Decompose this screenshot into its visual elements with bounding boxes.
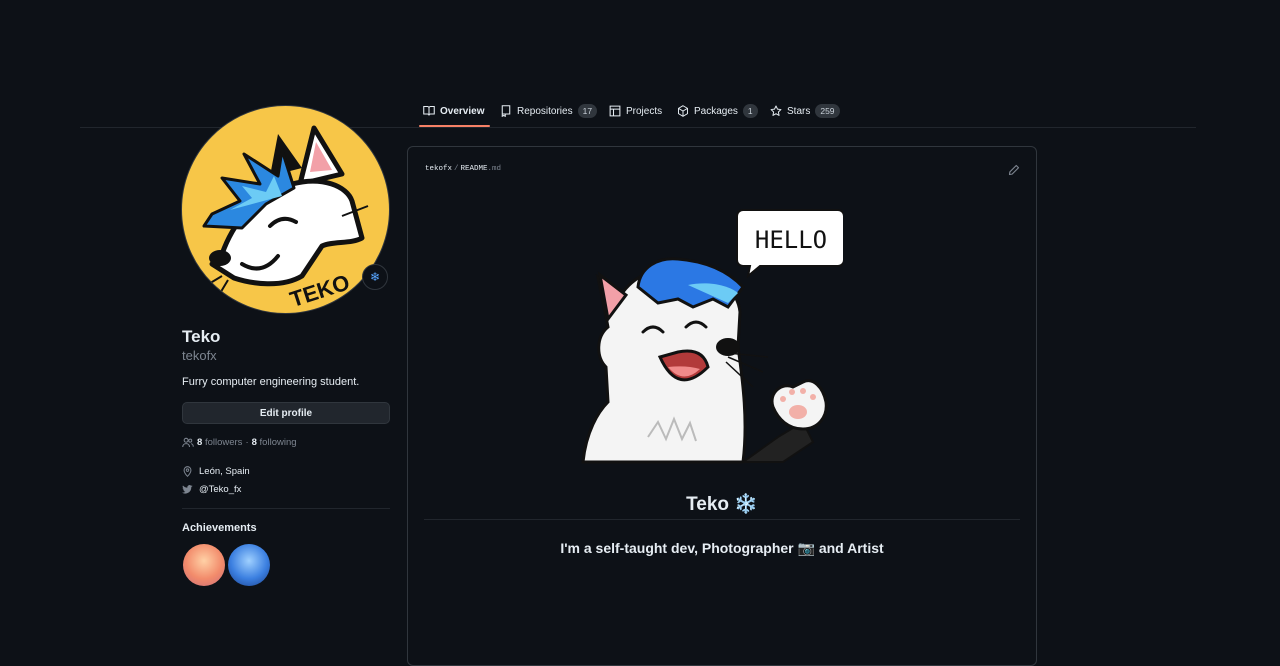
twitter-link[interactable]: @Teko_fx: [199, 484, 241, 495]
pencil-icon[interactable]: [1008, 164, 1020, 176]
twitter-icon: [182, 485, 193, 494]
follow-separator: ·: [245, 437, 249, 448]
tab-label: Overview: [440, 105, 485, 117]
location-item: León, Spain: [182, 466, 250, 477]
readme-heading: Teko ❄️: [686, 494, 758, 515]
twitter-item: @Teko_fx: [182, 484, 241, 495]
sidebar-divider: [182, 508, 390, 509]
star-icon: [770, 105, 782, 116]
table-icon: [609, 105, 621, 117]
readme-subheading: I'm a self-taught dev, Photographer 📷 an…: [560, 540, 884, 556]
status-emoji-button[interactable]: ❄: [362, 264, 388, 290]
profile-tabs: Overview Repositories 17 Projects Packag…: [0, 95, 1280, 128]
readme-card: tekofx / README.md HELLO Teko ❄️ I'm a sel…: [407, 146, 1037, 666]
tab-label: Packages: [694, 105, 738, 117]
readme-extension: .md: [487, 165, 502, 173]
package-icon: [678, 105, 688, 117]
readme-filename[interactable]: README: [461, 165, 488, 173]
profile-name: Teko: [182, 327, 221, 346]
tab-packages[interactable]: Packages 1: [677, 95, 758, 127]
location-pin-icon: [183, 466, 192, 477]
readme-breadcrumb: tekofx / README.md: [425, 165, 501, 173]
follow-stats: 8 followers · 8 following: [182, 437, 297, 448]
readme-heading-divider: [424, 519, 1020, 520]
packages-count-badge: 1: [742, 104, 758, 118]
achievements-heading[interactable]: Achievements: [182, 522, 257, 534]
followers-label: followers: [204, 437, 243, 448]
following-link[interactable]: 8 following: [252, 437, 297, 448]
tab-label: Repositories: [517, 105, 573, 117]
tab-overview[interactable]: Overview: [418, 95, 492, 127]
breadcrumb-separator: /: [454, 165, 459, 173]
edit-profile-label: Edit profile: [259, 407, 313, 419]
repo-icon: [501, 105, 511, 117]
followers-link[interactable]: 8 followers: [197, 437, 242, 448]
following-label: following: [259, 437, 297, 448]
book-icon: [423, 105, 435, 116]
tab-label: Projects: [626, 105, 663, 117]
snowflake-icon: ❄: [369, 270, 381, 284]
followers-count: 8: [197, 437, 203, 448]
people-icon: [182, 437, 194, 448]
achievement-badge[interactable]: [183, 544, 225, 586]
following-count: 8: [251, 437, 257, 448]
readme-owner[interactable]: tekofx: [425, 165, 452, 173]
edit-profile-button[interactable]: Edit profile: [182, 402, 390, 424]
fox-avatar-illustration: TEKO: [201, 125, 369, 312]
tab-stars[interactable]: Stars 259: [770, 95, 840, 127]
stars-count-badge: 259: [815, 104, 840, 118]
tab-projects[interactable]: Projects: [609, 95, 662, 127]
waving-fox-sticker: HELLO: [581, 209, 843, 464]
profile-username: tekofx: [182, 348, 217, 363]
tab-label: Stars: [787, 105, 811, 117]
location-text: León, Spain: [199, 466, 250, 477]
speech-bubble-text: HELLO: [755, 226, 827, 254]
profile-bio: Furry computer engineering student.: [182, 376, 360, 388]
avatar[interactable]: TEKO: [181, 105, 390, 314]
tab-repositories[interactable]: Repositories 17: [500, 95, 598, 127]
achievement-badge[interactable]: [228, 544, 270, 586]
repo-count-badge: 17: [577, 104, 598, 118]
